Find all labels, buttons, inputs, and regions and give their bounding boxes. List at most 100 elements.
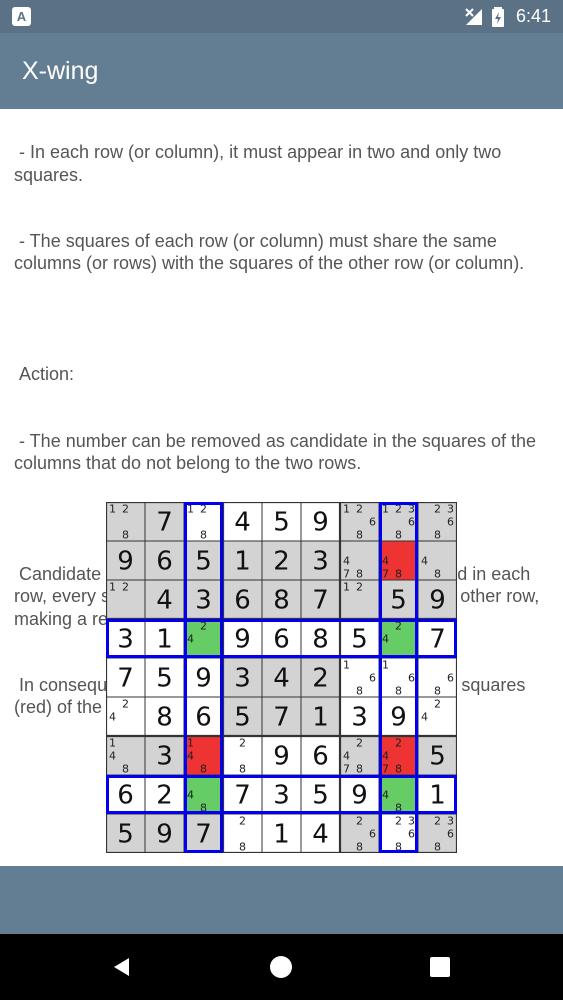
sudoku-digit: 5 — [351, 625, 368, 655]
sudoku-candidate: 4 — [187, 633, 194, 646]
sudoku-candidate: 4 — [109, 750, 116, 763]
sudoku-candidate: 2 — [122, 698, 129, 711]
sudoku-digit: 3 — [312, 547, 329, 577]
sudoku-digit: 1 — [312, 703, 329, 733]
sudoku-candidate: 8 — [395, 763, 402, 776]
sudoku-digit: 3 — [156, 742, 173, 772]
sudoku-candidate: 6 — [447, 516, 454, 529]
sudoku-digit: 6 — [234, 586, 251, 616]
sudoku-candidate: 2 — [239, 737, 246, 750]
sudoku-digit: 9 — [117, 547, 134, 577]
app-notification-letter: A — [16, 9, 27, 24]
sudoku-digit: 5 — [312, 781, 329, 811]
signal-icon — [465, 7, 482, 25]
sudoku-candidate: 4 — [187, 789, 194, 802]
sudoku-digit: 1 — [156, 625, 173, 655]
recents-square-icon — [430, 957, 450, 977]
sudoku-digit: 4 — [312, 820, 329, 850]
status-icons: 6:41 — [464, 0, 551, 33]
content-area[interactable]: - In each row (or column), it must appea… — [0, 109, 563, 866]
sudoku-candidate: 2 — [434, 815, 441, 828]
sudoku-digit: 3 — [234, 664, 251, 694]
sudoku-candidate: 8 — [395, 568, 402, 581]
sudoku-digit: 9 — [351, 781, 368, 811]
status-time: 6:41 — [515, 6, 551, 26]
description-paragraph: - The number can be removed as candidate… — [14, 431, 542, 474]
sudoku-candidate: 1 — [187, 737, 194, 750]
sudoku-digit: 6 — [117, 781, 134, 811]
sudoku-digit: 2 — [312, 664, 329, 694]
sudoku-candidate: 8 — [434, 529, 441, 542]
sudoku-candidate: 8 — [200, 529, 207, 542]
sudoku-candidate: 4 — [109, 711, 116, 724]
sudoku-candidate: 2 — [356, 581, 363, 594]
sudoku-candidate: 2 — [356, 737, 363, 750]
sudoku-digit: 5 — [117, 820, 134, 850]
sudoku-candidate: 6 — [369, 828, 376, 841]
sudoku-candidate: 6 — [369, 516, 376, 529]
sudoku-digit: 6 — [312, 742, 329, 772]
sudoku-digit: 1 — [273, 820, 290, 850]
sudoku-digit: 3 — [195, 586, 212, 616]
sudoku-candidate: 1 — [382, 659, 389, 672]
sudoku-candidate: 1 — [109, 503, 116, 516]
sudoku-digit: 4 — [156, 586, 173, 616]
back-button[interactable] — [107, 952, 137, 982]
sudoku-digit: 8 — [273, 586, 290, 616]
sudoku-candidate: 6 — [408, 516, 415, 529]
sudoku-candidate: 8 — [122, 763, 129, 776]
sudoku-digit: 3 — [351, 703, 368, 733]
sudoku-candidate: 8 — [434, 841, 441, 854]
sudoku-candidate: 1 — [343, 581, 350, 594]
app-notification-icon: A — [12, 7, 31, 26]
sudoku-candidate: 4 — [382, 555, 389, 568]
sudoku-candidate: 3 — [447, 815, 454, 828]
sudoku-digit: 7 — [312, 586, 329, 616]
sudoku-candidate: 6 — [447, 828, 454, 841]
sudoku-digit: 7 — [195, 820, 212, 850]
sudoku-candidate: 6 — [408, 828, 415, 841]
sudoku-digit: 3 — [273, 781, 290, 811]
sudoku-candidate: 4 — [382, 633, 389, 646]
sudoku-candidate: 4 — [343, 555, 350, 568]
sudoku-digit: 5 — [195, 547, 212, 577]
sudoku-candidate: 4 — [421, 711, 428, 724]
sudoku-digit: 5 — [390, 586, 407, 616]
sudoku-digit: 9 — [312, 508, 329, 538]
sudoku-candidate: 8 — [356, 763, 363, 776]
sudoku-candidate: 6 — [369, 672, 376, 685]
sudoku-digit: 9 — [390, 703, 407, 733]
sudoku-candidate: 8 — [356, 529, 363, 542]
sudoku-digit: 8 — [312, 625, 329, 655]
sudoku-candidate: 2 — [356, 503, 363, 516]
home-button[interactable] — [266, 952, 296, 982]
sudoku-candidate: 8 — [395, 685, 402, 698]
sudoku-digit: 7 — [156, 508, 173, 538]
sudoku-candidate: 1 — [109, 581, 116, 594]
sudoku-candidate: 7 — [343, 763, 350, 776]
sudoku-digit: 5 — [234, 703, 251, 733]
sudoku-digit: 9 — [195, 664, 212, 694]
sudoku-candidate: 7 — [382, 763, 389, 776]
sudoku-candidate: 8 — [395, 529, 402, 542]
home-circle-icon — [270, 956, 292, 978]
sudoku-candidate: 2 — [434, 698, 441, 711]
sudoku-digit: 4 — [234, 508, 251, 538]
sudoku-candidate: 6 — [447, 672, 454, 685]
bottom-pane — [0, 866, 563, 934]
sudoku-digit: 4 — [273, 664, 290, 694]
sudoku-candidate: 2 — [356, 815, 363, 828]
sudoku-candidate: 2 — [395, 737, 402, 750]
sudoku-digit: 9 — [234, 625, 251, 655]
sudoku-candidate: 1 — [343, 503, 350, 516]
sudoku-candidate: 2 — [122, 503, 129, 516]
sudoku-digit: 2 — [156, 781, 173, 811]
sudoku-digit: 7 — [234, 781, 251, 811]
sudoku-candidate: 6 — [408, 672, 415, 685]
sudoku-candidate: 2 — [434, 503, 441, 516]
sudoku-digit: 1 — [429, 781, 446, 811]
sudoku-candidate: 4 — [382, 789, 389, 802]
recents-button[interactable] — [425, 952, 455, 982]
sudoku-candidate: 8 — [239, 763, 246, 776]
description-paragraph: - In each row (or column), it must appea… — [14, 142, 507, 185]
